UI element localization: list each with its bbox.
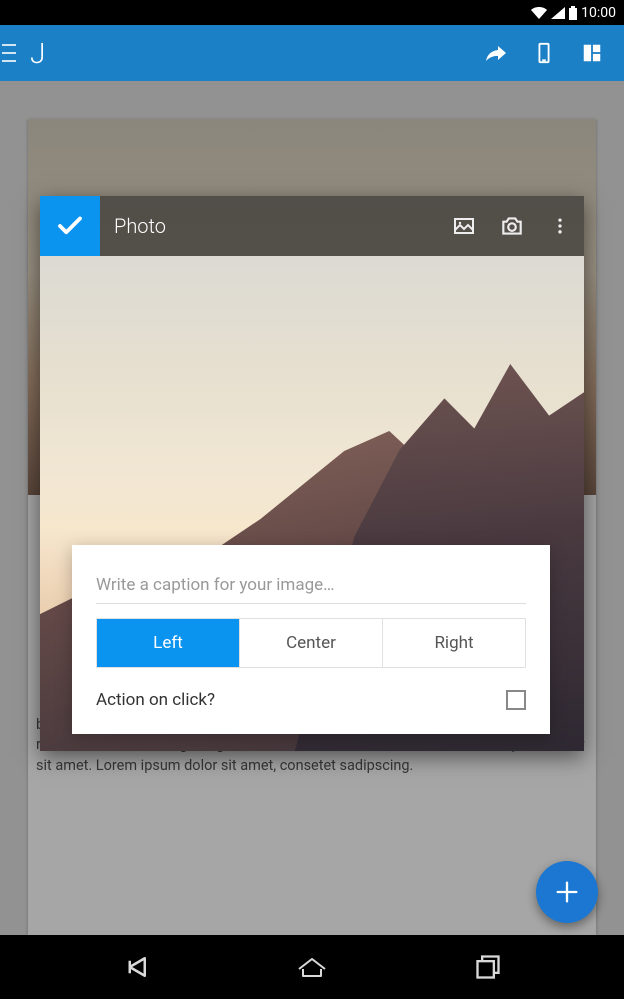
app-logo: J: [30, 37, 45, 70]
add-fab[interactable]: [536, 861, 598, 923]
overflow-menu-button[interactable]: [536, 202, 584, 250]
gallery-button[interactable]: [440, 202, 488, 250]
wifi-icon: [531, 7, 547, 19]
camera-button[interactable]: [488, 202, 536, 250]
recent-apps-button[interactable]: [448, 943, 528, 991]
share-button[interactable]: [472, 29, 520, 77]
dialog-header: Photo: [40, 196, 584, 256]
action-on-click-label: Action on click?: [96, 690, 215, 710]
caption-input[interactable]: [96, 569, 526, 604]
photo-form-panel: Left Center Right Action on click?: [72, 545, 550, 734]
alignment-toggle-group: Left Center Right: [96, 618, 526, 668]
app-bar: J: [0, 25, 624, 81]
align-center-button[interactable]: Center: [239, 619, 382, 667]
battery-icon: [569, 6, 577, 20]
confirm-button[interactable]: [40, 196, 100, 256]
align-right-button[interactable]: Right: [382, 619, 525, 667]
back-button[interactable]: [96, 943, 176, 991]
status-time: 10:00: [581, 5, 616, 21]
action-on-click-row[interactable]: Action on click?: [96, 690, 526, 710]
action-on-click-checkbox[interactable]: [506, 690, 526, 710]
android-status-bar: 10:00: [0, 0, 624, 25]
signal-icon: [551, 7, 565, 19]
dialog-title: Photo: [114, 214, 440, 238]
home-button[interactable]: [272, 943, 352, 991]
layout-button[interactable]: [568, 29, 616, 77]
align-left-button[interactable]: Left: [97, 619, 239, 667]
device-button[interactable]: [520, 29, 568, 77]
android-nav-bar: [0, 935, 624, 999]
menu-icon[interactable]: [2, 44, 16, 62]
